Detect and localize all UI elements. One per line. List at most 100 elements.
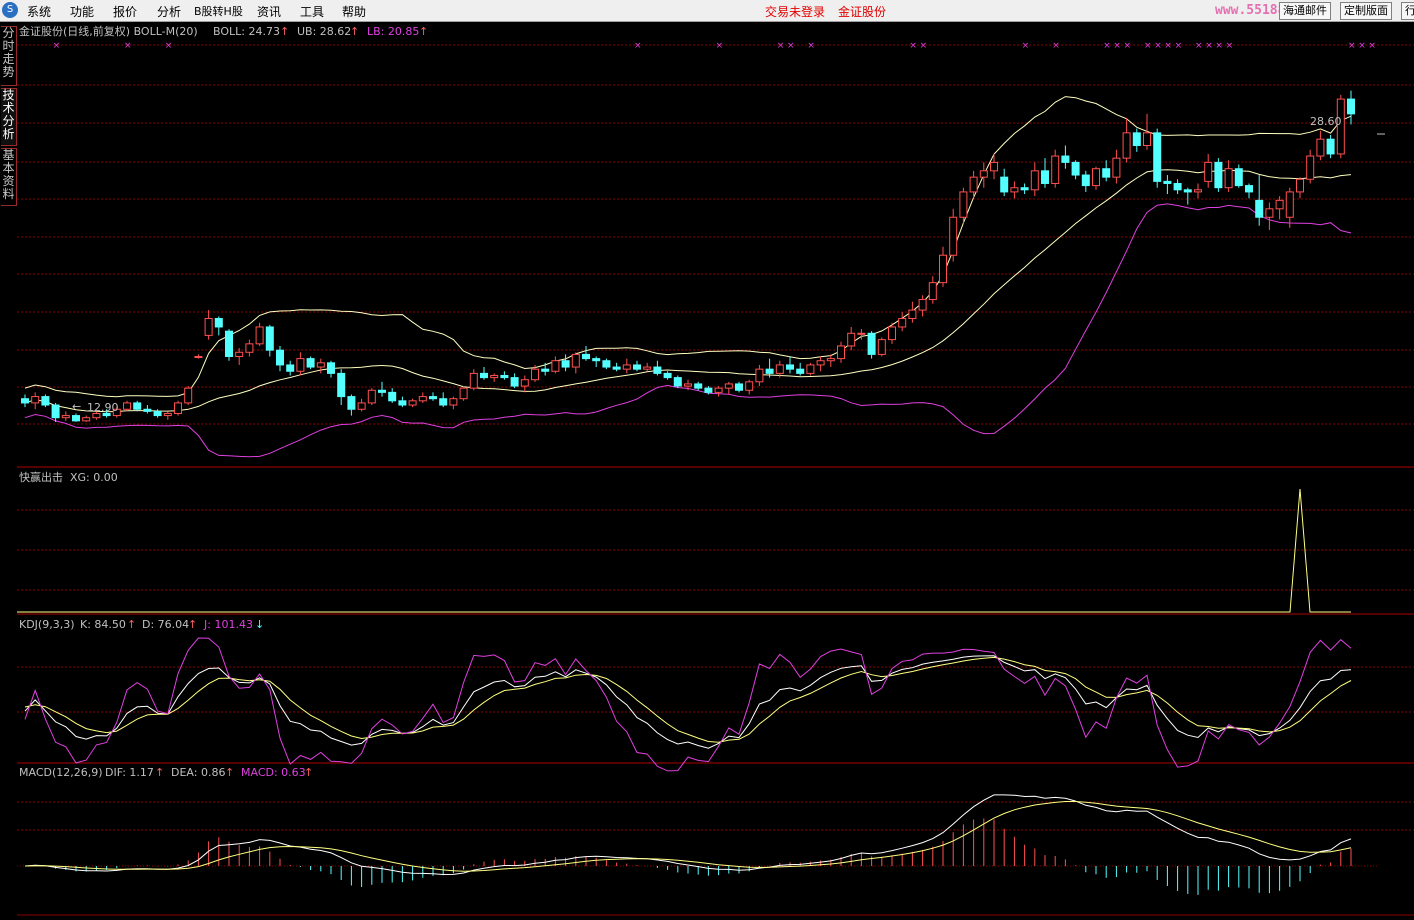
candle-body bbox=[82, 417, 91, 422]
menu-quote[interactable]: 报价 bbox=[113, 3, 137, 20]
signal-mark: × bbox=[1226, 41, 1234, 51]
tab-intraday[interactable]: 分时走势 bbox=[1, 26, 17, 86]
signal-mark: × bbox=[1103, 41, 1111, 51]
candle-body bbox=[296, 358, 305, 372]
candle-body bbox=[1255, 199, 1264, 218]
candle-body bbox=[1010, 187, 1019, 193]
signal-mark: × bbox=[165, 41, 173, 51]
candle-body bbox=[1326, 138, 1335, 155]
candle-body bbox=[714, 387, 723, 393]
candle-body bbox=[877, 339, 886, 355]
tab-intraday-label: 分时走势 bbox=[2, 26, 15, 79]
tab-technical-analysis-label: 技术分析 bbox=[2, 88, 15, 141]
candle-body bbox=[378, 389, 386, 393]
candle-body bbox=[1316, 138, 1325, 157]
mail-button[interactable]: 海通邮件 bbox=[1279, 2, 1331, 20]
kdj-k-value: K: 84.50 bbox=[80, 618, 126, 631]
menu-b-to-h[interactable]: B股转H股 bbox=[194, 3, 243, 19]
candle-body bbox=[61, 415, 70, 419]
candle-body bbox=[408, 400, 417, 406]
signal-mark: × bbox=[1215, 41, 1223, 51]
kdj-k-up-icon: ↑ bbox=[127, 618, 136, 631]
side-tab-bar: 分时走势 技术分析 基本资料 bbox=[0, 22, 17, 920]
main-panel-title: 金证股份(日线,前复权) BOLL-M(20) bbox=[19, 24, 198, 38]
menu-help[interactable]: 帮助 bbox=[342, 3, 366, 20]
candle-body bbox=[898, 318, 907, 328]
candle-body bbox=[1081, 174, 1090, 187]
candle-body bbox=[928, 282, 937, 301]
signal-mark: × bbox=[1358, 41, 1366, 51]
macd-panel-title: MACD(12,26,9) bbox=[19, 766, 103, 779]
menu-system[interactable]: 系统 bbox=[27, 3, 51, 20]
candle-body bbox=[694, 383, 703, 389]
kdj-j-line bbox=[24, 637, 1352, 772]
lb-up-arrow-icon: ↑ bbox=[419, 25, 428, 38]
candle-body bbox=[959, 191, 968, 218]
candle-body bbox=[31, 396, 40, 404]
high-price-label: 28.60 bbox=[1310, 115, 1342, 128]
candle-body bbox=[551, 360, 560, 372]
quote-button[interactable]: 行 bbox=[1401, 2, 1414, 20]
candle-body bbox=[979, 170, 988, 178]
candle-body bbox=[867, 332, 876, 355]
tab-fundamentals[interactable]: 基本资料 bbox=[1, 148, 17, 206]
menu-bar: S 系统 功能 报价 分析 B股转H股 资讯 工具 帮助 交易未登录 金证股份 … bbox=[0, 0, 1414, 22]
candle-body bbox=[1143, 132, 1151, 146]
candle-body bbox=[561, 360, 570, 368]
tab-technical-analysis[interactable]: 技术分析 bbox=[1, 88, 17, 146]
kdj-j-value: J: 101.43 bbox=[203, 618, 253, 631]
candle-body bbox=[1285, 191, 1294, 218]
menu-tools[interactable]: 工具 bbox=[300, 3, 324, 20]
stock-chart[interactable]: 金证股份(日线,前复权) BOLL-M(20) BOLL: 24.73 ↑ UB… bbox=[17, 22, 1414, 920]
signal-mark: × bbox=[53, 41, 61, 51]
candle-body bbox=[724, 383, 733, 389]
macd-dif-up-icon: ↑ bbox=[155, 766, 164, 779]
candle-body bbox=[143, 408, 152, 412]
candle-body bbox=[480, 372, 488, 379]
candle-body bbox=[684, 383, 692, 387]
signal-mark: × bbox=[777, 41, 785, 51]
signal-mark: × bbox=[1175, 41, 1183, 51]
candle-body bbox=[469, 372, 478, 389]
boll-value: BOLL: 24.73 bbox=[213, 25, 280, 38]
candle-body bbox=[826, 358, 835, 362]
candle-body bbox=[1245, 185, 1253, 193]
candle-body bbox=[704, 387, 713, 393]
candle-body bbox=[388, 391, 397, 402]
signal-mark: × bbox=[1022, 41, 1030, 51]
candle-body bbox=[1041, 170, 1049, 184]
candle-body bbox=[602, 360, 611, 368]
candle-body bbox=[633, 364, 641, 370]
candle-body bbox=[153, 410, 162, 417]
candle-body bbox=[490, 374, 499, 379]
candle-body bbox=[398, 400, 407, 406]
candle-body bbox=[337, 372, 346, 398]
candle-body bbox=[653, 366, 662, 374]
app-logo-icon[interactable]: S bbox=[2, 2, 18, 18]
menu-news[interactable]: 资讯 bbox=[257, 3, 281, 20]
candle-body bbox=[847, 332, 856, 347]
candle-body bbox=[1020, 187, 1029, 191]
candle-body bbox=[429, 396, 437, 400]
candle-body bbox=[133, 402, 142, 410]
candle-body bbox=[500, 374, 509, 379]
menu-function[interactable]: 功能 bbox=[70, 3, 94, 20]
candle-body bbox=[1296, 178, 1304, 193]
menu-analysis[interactable]: 分析 bbox=[157, 3, 181, 20]
candle-body bbox=[163, 412, 172, 417]
candle-body bbox=[174, 402, 182, 414]
signal-mark: × bbox=[1144, 41, 1152, 51]
candle-body bbox=[510, 377, 519, 387]
custom-layout-button[interactable]: 定制版面 bbox=[1340, 2, 1392, 20]
boll-middle-line bbox=[24, 169, 1352, 413]
candle-body bbox=[347, 396, 356, 410]
candle-body bbox=[1204, 161, 1213, 182]
candle-body bbox=[1102, 168, 1111, 178]
candle-body bbox=[949, 216, 958, 256]
candle-body bbox=[439, 398, 448, 406]
low-price-label: 12.90 bbox=[87, 401, 119, 414]
boll-upper-line bbox=[24, 96, 1352, 398]
login-status[interactable]: 交易未登录 bbox=[765, 3, 825, 20]
signal-mark: × bbox=[634, 41, 642, 51]
signal-mark: × bbox=[1164, 41, 1172, 51]
